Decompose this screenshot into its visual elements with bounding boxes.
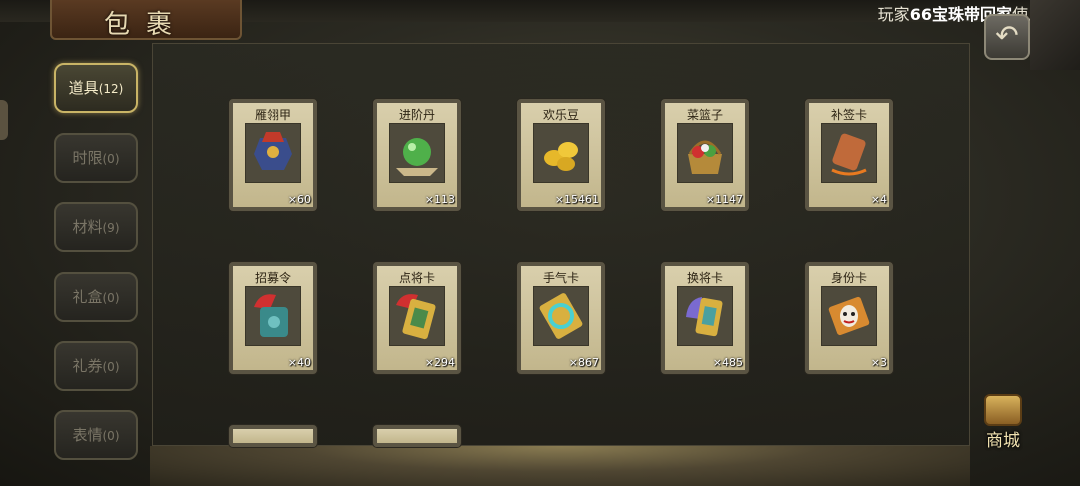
tab-count: (0) (102, 429, 120, 443)
bottom-decoration (150, 446, 970, 486)
item-card-vegetable-basket[interactable]: 菜篮子 ×1147 (661, 99, 749, 211)
tab-label: 表情 (72, 426, 103, 444)
tab-label: 礼盒 (72, 288, 103, 306)
identity-card-icon (821, 286, 877, 346)
tab-count: (9) (102, 221, 120, 235)
item-card-general[interactable]: 点将卡 ×294 (373, 262, 461, 374)
signin-card-icon (821, 123, 877, 183)
tab-label: 材料 (72, 218, 103, 236)
item-card-advance-pill[interactable]: 进阶丹 ×113 (373, 99, 461, 211)
tab-emotes[interactable]: 表情(0) (54, 410, 138, 460)
shop-button[interactable]: 商城 (974, 392, 1032, 452)
item-name: 身份卡 (830, 271, 867, 285)
item-card-happy-beans[interactable]: 欢乐豆 ×15461 (517, 99, 605, 211)
tab-count: (0) (102, 291, 120, 305)
tab-gift-boxes[interactable]: 礼盒(0) (54, 272, 138, 322)
item-quantity: ×294 (424, 356, 455, 369)
item-quantity: ×113 (424, 193, 455, 206)
gold-beans-icon (533, 123, 589, 183)
tab-count: (12) (98, 82, 124, 96)
item-quantity: ×867 (568, 356, 599, 369)
item-quantity: ×4 (870, 193, 887, 206)
armor-icon (245, 123, 301, 183)
swap-general-card-icon (677, 286, 733, 346)
item-card-identity[interactable]: 身份卡 ×3 (805, 262, 893, 374)
tab-count: (0) (102, 360, 120, 374)
item-card-partial[interactable] (229, 425, 317, 447)
tab-coupons[interactable]: 礼券(0) (54, 341, 138, 391)
tab-label: 道具 (68, 79, 99, 97)
tab-count: (0) (102, 152, 120, 166)
item-name: 换将卡 (686, 271, 723, 285)
tab-label: 时限 (72, 149, 103, 167)
treasure-chest-icon (984, 394, 1022, 426)
broadcast-prefix: 玩家 (877, 5, 910, 24)
item-card-luck[interactable]: 手气卡 ×867 (517, 262, 605, 374)
item-name: 补签卡 (830, 108, 867, 122)
item-quantity: ×485 (712, 356, 743, 369)
item-card-armor[interactable]: 雁翎甲 ×60 (229, 99, 317, 211)
green-pill-icon (389, 123, 445, 183)
tab-items[interactable]: 道具(12) (54, 63, 138, 113)
recruit-token-icon (245, 286, 301, 346)
item-card-signin[interactable]: 补签卡 ×4 (805, 99, 893, 211)
side-panel-handle[interactable] (0, 100, 8, 140)
luck-card-icon (533, 286, 589, 346)
item-quantity: ×3 (870, 356, 887, 369)
corner-decoration (1030, 0, 1080, 70)
item-name: 点将卡 (398, 271, 435, 285)
page-title: 包裹 (103, 10, 188, 40)
back-button[interactable]: ↶ (984, 14, 1030, 60)
bag-title-tab: 包裹 (50, 0, 242, 40)
item-name: 招募令 (254, 271, 291, 285)
item-quantity: ×1147 (705, 193, 743, 206)
item-card-partial[interactable] (373, 425, 461, 447)
item-card-recruit-token[interactable]: 招募令 ×40 (229, 262, 317, 374)
item-name: 菜篮子 (686, 108, 723, 122)
tab-label: 礼券 (72, 357, 103, 375)
item-name: 雁翎甲 (254, 108, 291, 122)
tab-materials[interactable]: 材料(9) (54, 202, 138, 252)
back-arrow-icon: ↶ (995, 19, 1019, 52)
item-name: 欢乐豆 (542, 108, 579, 122)
item-card-swap-general[interactable]: 换将卡 ×485 (661, 262, 749, 374)
general-card-icon (389, 286, 445, 346)
item-name: 手气卡 (542, 271, 579, 285)
vegetable-basket-icon (677, 123, 733, 183)
tab-timed[interactable]: 时限(0) (54, 133, 138, 183)
item-name: 进阶丹 (398, 108, 435, 122)
shop-label: 商城 (986, 431, 1020, 451)
item-quantity: ×15461 (554, 193, 599, 206)
item-quantity: ×60 (287, 193, 311, 206)
item-quantity: ×40 (287, 356, 311, 369)
